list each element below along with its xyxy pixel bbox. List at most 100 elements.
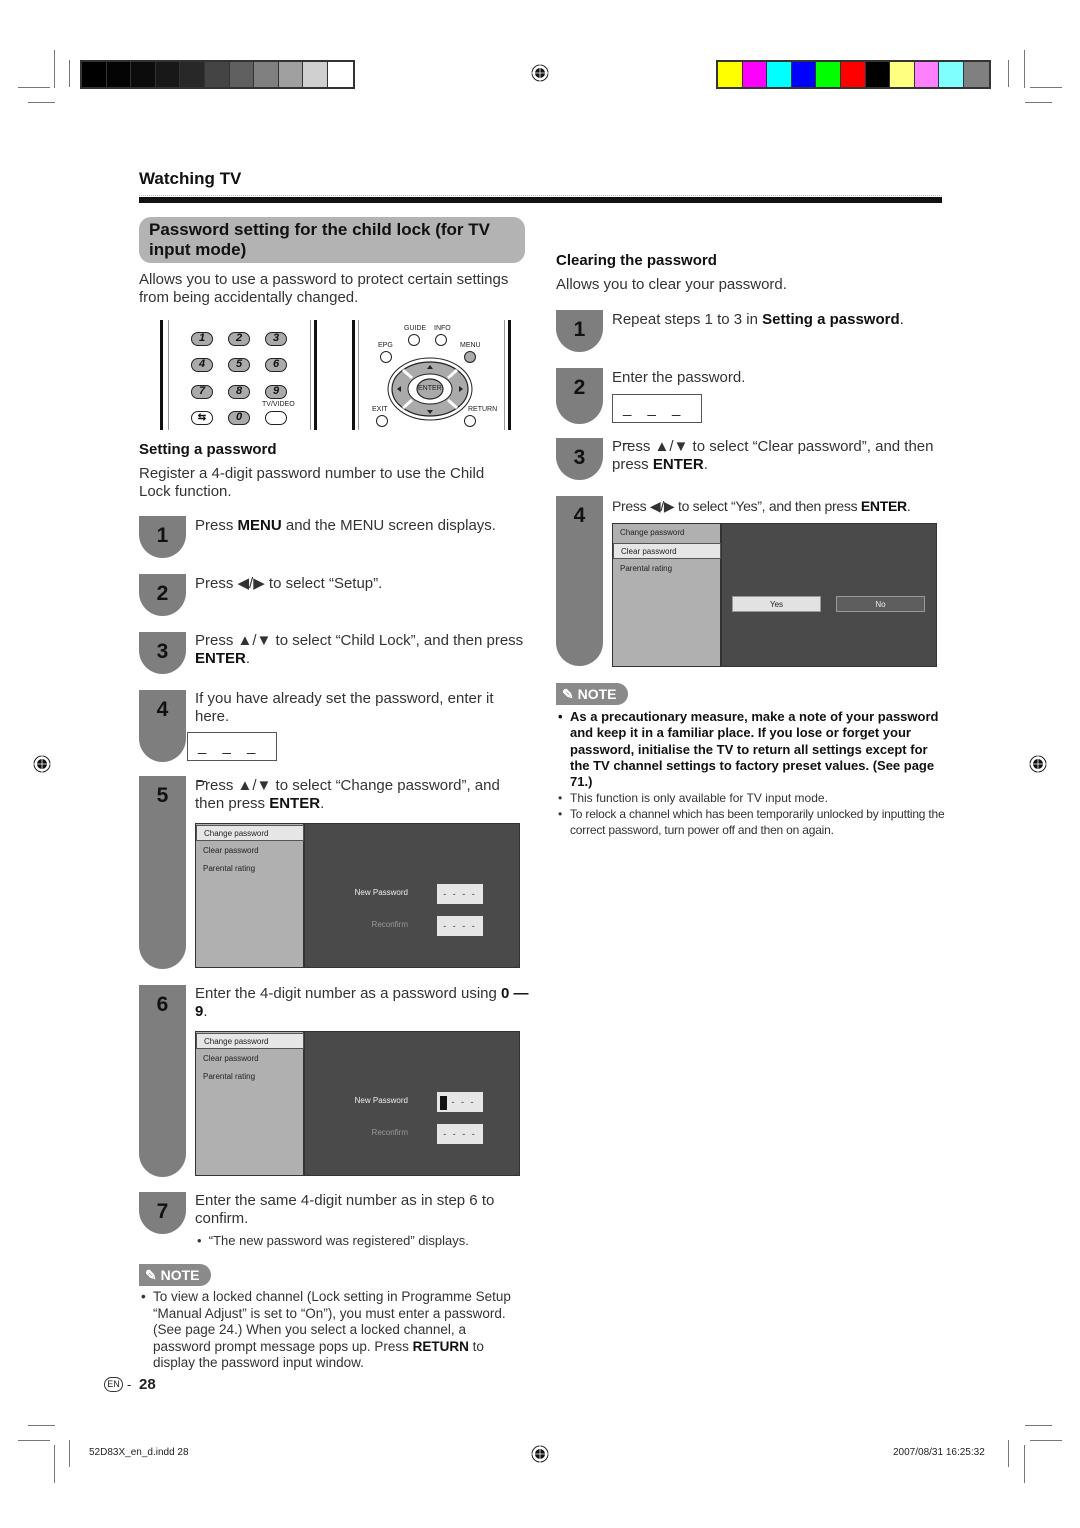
step-number: 4 (573, 504, 586, 527)
menu-item-clear-password[interactable]: Clear password (196, 843, 304, 859)
step-marker: 5 (139, 776, 186, 969)
new-password-field-active[interactable]: - - - (437, 1092, 483, 1112)
crop-mark (69, 1440, 70, 1467)
reconfirm-field[interactable]: - - - - (437, 916, 483, 936)
menu-item-change-password[interactable]: Change password (613, 525, 721, 541)
timestamp: 2007/08/31 16:25:32 (893, 1447, 985, 1458)
step-marker: 2 (139, 574, 186, 616)
crop-mark (1024, 50, 1025, 88)
remote-key-2: 2 (228, 332, 250, 346)
step-number: 2 (156, 582, 169, 605)
no-button[interactable]: No (836, 596, 925, 612)
remote-edge (314, 320, 317, 430)
step-text: . (320, 795, 325, 812)
step-number: 3 (573, 446, 586, 469)
calibration-swatch (278, 62, 304, 87)
menu-item-change-password[interactable]: Change password (196, 1033, 304, 1049)
step-marker: 1 (556, 310, 603, 352)
remote-key-4: 4 (191, 358, 213, 372)
step-number: 6 (156, 993, 169, 1016)
step-text: and the MENU screen displays. (281, 517, 496, 534)
setting-password-intro: Register a 4-digit password number to us… (139, 465, 485, 500)
calibration-swatch (254, 62, 279, 87)
step-1-text: Press MENU and the MENU screen displays. (195, 517, 525, 535)
menu-item-parental-rating[interactable]: Parental rating (613, 561, 721, 577)
clear-step-1-text: Repeat steps 1 to 3 in Setting a passwor… (612, 311, 947, 329)
calibration-swatch (890, 62, 915, 87)
topic-title: Password setting for the child lock (for… (139, 217, 525, 263)
password-entry-box: _ _ _ _ (612, 394, 702, 445)
step-text: Press ◀/▶ to select “Yes”, and then pres… (612, 498, 861, 514)
step-text: Repeat steps 1 to 3 in (612, 311, 763, 328)
registration-mark-icon (530, 1444, 550, 1464)
language-badge: EN (104, 1377, 123, 1392)
text-cursor (440, 1095, 447, 1110)
calibration-swatch (767, 62, 792, 87)
menu-item-clear-password[interactable]: Clear password (196, 1051, 304, 1067)
step-7-text: Enter the same 4-digit number as in step… (195, 1192, 495, 1227)
new-password-label: New Password (354, 888, 408, 897)
exit-button-icon (376, 415, 388, 427)
remote-key-3: 3 (265, 332, 287, 346)
tv-video-label: TV/VIDEO (262, 401, 295, 408)
menu-item-parental-rating[interactable]: Parental rating (196, 1069, 304, 1085)
step-key: MENU (237, 517, 282, 534)
grayscale-calibration-bar (80, 60, 355, 89)
remote-edge (504, 320, 505, 430)
field-value: - - - (451, 1097, 476, 1107)
step-text: . (203, 1003, 208, 1020)
calibration-swatch (131, 62, 156, 87)
crop-mark (54, 50, 55, 88)
step-marker: 7 (139, 1192, 186, 1234)
paperclip-icon: ✎ (562, 686, 574, 702)
remote-key-6: 6 (265, 358, 287, 372)
step-marker: 1 (139, 516, 186, 558)
step-key: ENTER (195, 650, 246, 667)
reconfirm-field[interactable]: - - - - (437, 1124, 483, 1144)
note-badge: ✎ NOTE (139, 1264, 211, 1286)
crop-mark (1024, 1445, 1025, 1483)
new-password-field[interactable]: - - - - (437, 884, 483, 904)
calibration-swatch (840, 62, 866, 87)
file-name: 52D83X_en_d.indd 28 (89, 1447, 189, 1458)
reconfirm-label: Reconfirm (371, 1128, 408, 1137)
registration-mark-icon (1028, 754, 1048, 774)
crop-mark (28, 1425, 55, 1426)
reconfirm-label: Reconfirm (371, 920, 408, 929)
remote-edge (160, 320, 163, 430)
page-dash: - (127, 1377, 132, 1392)
step-text: . (899, 311, 904, 328)
remote-edge (168, 320, 169, 430)
calibration-swatch (791, 62, 817, 87)
calibration-swatch (229, 62, 255, 87)
crop-mark (54, 1445, 55, 1483)
bullet-text: “The new password was registered” displa… (208, 1233, 469, 1248)
tv-video-key (265, 411, 287, 425)
remote-key-0: 0 (228, 411, 250, 425)
calibration-swatch (327, 62, 353, 87)
note-item: As a precautionary measure, make a note … (556, 709, 946, 790)
crop-mark (1030, 87, 1062, 88)
yes-button[interactable]: Yes (732, 596, 821, 612)
step-key: ENTER (269, 795, 321, 812)
calibration-swatch (718, 62, 743, 87)
menu-item-change-password[interactable]: Change password (196, 825, 304, 841)
note-key: RETURN (412, 1338, 469, 1354)
flashback-key-icon: ⇆ (191, 411, 213, 425)
tv-menu-clear-password: Change password Clear password Parental … (612, 523, 937, 667)
menu-item-clear-password[interactable]: Clear password (613, 543, 721, 559)
note-list: As a precautionary measure, make a note … (556, 709, 946, 838)
epg-label: EPG (378, 342, 393, 349)
step-6-text: Enter the 4-digit number as a password u… (195, 985, 530, 1021)
step-marker: 2 (556, 368, 603, 424)
clear-step-4-text: Press ◀/▶ to select “Yes”, and then pres… (612, 497, 952, 515)
crop-mark (28, 102, 55, 103)
step-marker: 3 (556, 438, 603, 480)
step-text: . (245, 650, 251, 667)
clear-step-2-text: Enter the password. (612, 369, 746, 386)
crop-mark (1008, 60, 1009, 87)
step-text: . (703, 456, 708, 473)
guide-label: GUIDE (404, 325, 427, 332)
crop-mark (1025, 102, 1052, 103)
menu-item-parental-rating[interactable]: Parental rating (196, 861, 304, 877)
